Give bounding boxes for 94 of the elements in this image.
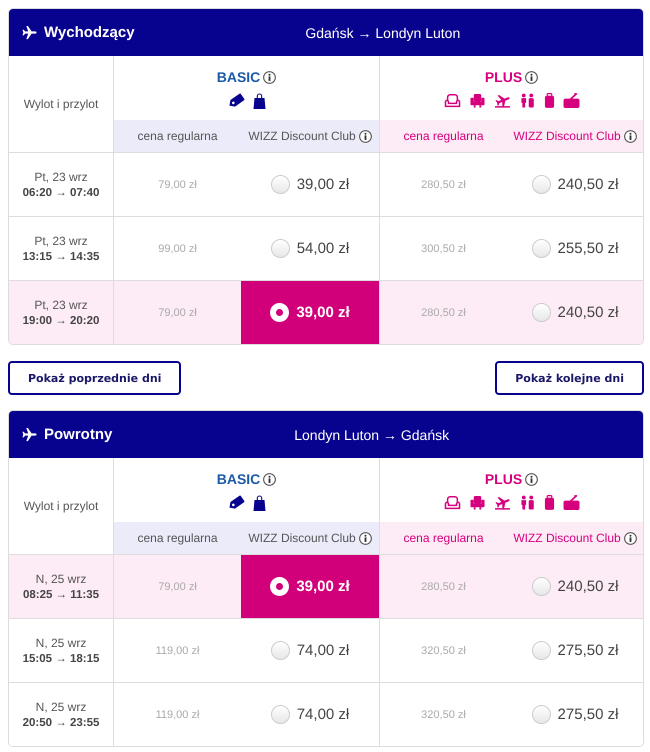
radio-button[interactable] <box>532 303 551 322</box>
fare-price: 74,00 zł <box>296 642 350 659</box>
regular-price: 280,50 zł <box>421 178 466 190</box>
regular-price: 119,00 zł <box>156 708 200 720</box>
leg-title: Wychodzący <box>44 24 135 41</box>
seat-icon <box>444 495 460 510</box>
fare-name: PLUS <box>484 69 522 85</box>
flight-date: Pt, 23 wrz <box>34 298 88 312</box>
fare-price: 255,50 zł <box>558 240 618 257</box>
price-column-label: cena regularna <box>137 531 218 545</box>
regular-price: 79,00 zł <box>158 580 197 592</box>
fare-price: 275,50 zł <box>558 706 618 723</box>
regular-price: 79,00 zł <box>158 178 197 190</box>
cabin-bag-icon <box>562 93 580 108</box>
info-icon[interactable] <box>624 532 637 544</box>
flight-times: 19:00 → 20:20 <box>22 315 100 327</box>
suitcase-icon <box>544 93 554 108</box>
regular-price: 119,00 zł <box>156 644 200 656</box>
regular-price: 99,00 zł <box>158 242 197 254</box>
info-icon[interactable] <box>263 472 276 486</box>
radio-button[interactable] <box>532 705 551 724</box>
radio-button[interactable] <box>270 239 290 258</box>
radio-button[interactable] <box>532 175 551 194</box>
radio-button[interactable] <box>270 175 290 194</box>
plane-icon <box>22 25 37 40</box>
fare-name: PLUS <box>484 471 522 487</box>
shopping-bag-icon <box>253 494 266 510</box>
regular-price: 300,50 zł <box>421 242 466 254</box>
flight-date: N, 25 wrz <box>36 700 86 714</box>
regular-price: 79,00 zł <box>158 306 197 318</box>
flight-times: 15:05 → 18:15 <box>22 653 100 665</box>
fare-price: 39,00 zł <box>296 578 350 595</box>
plane-icon <box>22 427 37 442</box>
regular-price: 320,50 zł <box>421 644 466 656</box>
fare-name: BASIC <box>216 471 260 487</box>
price-column-label: cena regularna <box>403 531 484 545</box>
plane-takeoff-icon <box>494 93 510 108</box>
radio-button[interactable] <box>532 577 551 596</box>
people-icon <box>518 93 536 108</box>
regular-price: 320,50 zł <box>421 708 466 720</box>
armchair-icon <box>468 495 486 510</box>
shopping-bag-icon <box>253 92 266 108</box>
flight-times: 20:50 → 23:55 <box>22 717 100 729</box>
radio-button[interactable] <box>270 705 290 724</box>
cabin-bag-icon <box>562 495 580 510</box>
fare-price: 240,50 zł <box>558 304 618 321</box>
flight-times: 08:25 → 11:35 <box>22 589 100 601</box>
radio-button[interactable] <box>270 577 290 596</box>
fare-price: 39,00 zł <box>296 176 350 193</box>
price-column-label: WIZZ Discount Club <box>248 531 356 545</box>
info-icon[interactable] <box>525 70 538 84</box>
fare-price: 54,00 zł <box>296 240 350 257</box>
plane-takeoff-icon <box>494 495 510 510</box>
tag-icon <box>227 494 245 510</box>
column-label: Wylot i przylot <box>24 97 98 111</box>
fare-name: BASIC <box>216 69 260 85</box>
info-icon[interactable] <box>624 130 637 142</box>
leg-title: Powrotny <box>44 426 112 443</box>
flight-date: N, 25 wrz <box>36 572 86 586</box>
price-column-label: WIZZ Discount Club <box>513 129 621 143</box>
fare-price: 275,50 zł <box>558 642 618 659</box>
flight-date: Pt, 23 wrz <box>34 170 88 184</box>
price-column-label: WIZZ Discount Club <box>248 129 356 143</box>
fare-price: 74,00 zł <box>296 706 350 723</box>
suitcase-icon <box>544 495 554 510</box>
radio-button[interactable] <box>270 641 290 660</box>
people-icon <box>518 495 536 510</box>
column-label: Wylot i przylot <box>24 499 98 513</box>
day-nav-button[interactable]: Pokaż poprzednie dni <box>8 361 182 395</box>
regular-price: 280,50 zł <box>421 306 466 318</box>
info-icon[interactable] <box>525 472 538 486</box>
info-icon[interactable] <box>358 532 372 544</box>
radio-button[interactable] <box>532 239 551 258</box>
price-column-label: cena regularna <box>403 129 484 143</box>
fare-price: 240,50 zł <box>558 176 618 193</box>
regular-price: 280,50 zł <box>421 580 466 592</box>
route-label: Gdańsk → Londyn Luton <box>305 24 460 40</box>
day-nav-button[interactable]: Pokaż kolejne dni <box>495 361 644 395</box>
seat-icon <box>444 93 460 108</box>
flight-times: 13:15 → 14:35 <box>22 251 100 263</box>
info-icon[interactable] <box>263 70 276 84</box>
fare-price: 39,00 zł <box>296 304 350 321</box>
route-label: Londyn Luton → Gdańsk <box>294 426 450 442</box>
price-column-label: cena regularna <box>137 129 218 143</box>
fare-price: 240,50 zł <box>558 578 618 595</box>
tag-icon <box>227 92 245 108</box>
radio-button[interactable] <box>270 303 290 322</box>
flight-date: N, 25 wrz <box>36 636 86 650</box>
flight-date: Pt, 23 wrz <box>34 234 88 248</box>
armchair-icon <box>468 93 486 108</box>
flight-times: 06:20 → 07:40 <box>22 187 100 199</box>
info-icon[interactable] <box>358 130 372 142</box>
price-column-label: WIZZ Discount Club <box>513 531 621 545</box>
radio-button[interactable] <box>532 641 551 660</box>
